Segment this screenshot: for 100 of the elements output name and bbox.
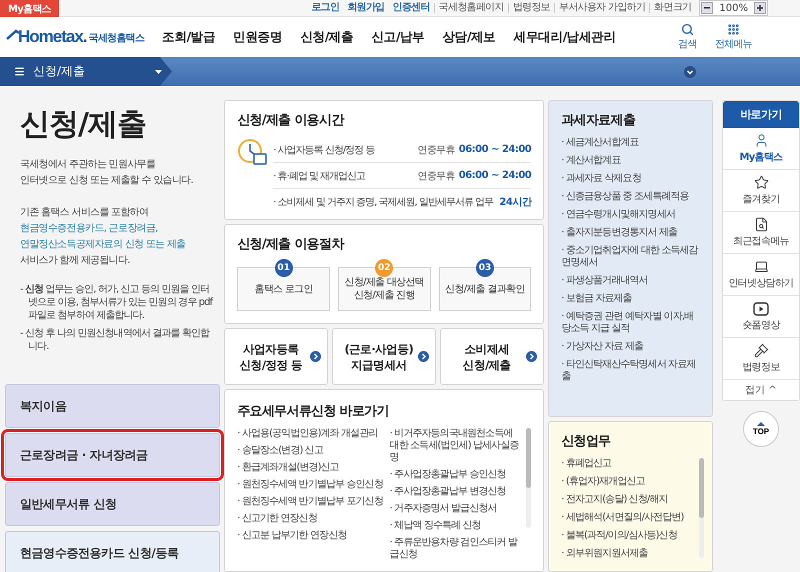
user-icon [754,133,768,148]
header-tool[interactable]: 검색 [678,23,697,51]
nav-item[interactable]: 상담/제보 [442,28,496,46]
play-icon [753,302,769,316]
hours-label: · 소비제세 및 거주지 증명, 국제세원, 일반세무서류 업무 [273,196,494,209]
hours-label: · 휴·폐업 및 재개업신고 [273,170,366,182]
tax-data-link[interactable]: · 계산서합계표 [561,155,700,167]
nav-item[interactable]: 조회/발급 [162,28,216,46]
nav-item[interactable]: 민원증명 [233,28,282,46]
document-link[interactable]: · 주사업장총괄납부 변경신청 [390,486,522,498]
service-button[interactable]: 일반세무서류 신청 [5,482,220,526]
hours-time: 06:00 ~ 24:00 [458,170,532,181]
quick-link[interactable]: My홈택스 [723,128,799,170]
document-link[interactable]: · 사업용(공익법인용)계좌 개설관리 [237,428,386,440]
tax-data-link[interactable]: · 파생상품거래내역서 [561,275,700,287]
my-hometax-tab[interactable]: My홈택스 [0,0,59,16]
caret-icon [155,70,162,74]
card-title: 신청/제출 이용절차 [237,236,346,253]
hours-time: 06:00 ~ 24:00 [458,144,532,155]
tax-data-link[interactable]: · 보험금 자료제출 [561,293,700,305]
request-link[interactable]: · (휴업자)재개업신고 [561,476,695,488]
tax-data-link[interactable]: · 세금계산서합계표 [561,137,700,149]
document-link[interactable]: · 원천징수세액 반기별납부 승인신청 [237,479,386,491]
star-icon [754,175,768,190]
document-link[interactable]: · 송달장소(변경) 신고 [237,445,386,457]
service-button[interactable]: 복지이음 [5,384,220,428]
shortcut-card[interactable]: 사업자등록 신청/정정 등 [224,328,328,385]
shortcut-card[interactable]: (근로·사업등) 지급명세서 [332,328,436,385]
nav-item[interactable]: 세무대리/납세관리 [514,28,616,46]
zoom-out-button[interactable] [701,2,714,14]
top-link[interactable]: 부서사용자 가입하기 [554,3,650,13]
quick-link[interactable]: 인터넷상담하기 [723,254,799,296]
tax-data-link[interactable]: · 출자지분등변경통지서 제출 [561,227,700,239]
logo-subtitle: 국세청홈택스 [88,32,144,45]
note-text: - 신청 업무는 승인, 허가, 신고 등의 민원을 인터넷으로 이용, 첨부서류가 있는 민원의 경우 pdf파일로 첨부하여 제출합니다. [20,283,212,322]
header-tool[interactable]: 전체메뉴 [714,23,752,51]
zoom-in-button[interactable] [754,2,766,14]
expand-icon[interactable] [684,66,696,78]
top-link[interactable]: 법령정보 [508,3,554,13]
document-link[interactable]: · 주류운반용차량 검인스티커 발급신청 [390,537,522,561]
document-link[interactable]: · 비거주자등의국내원천소득에 대한 소득세(법인세) 납세사실증명 [390,428,522,464]
caret-up-icon [757,422,765,426]
document-link[interactable]: · 신고분 납부기한 연장신청 [237,530,386,542]
note-text: - 신청 후 나의 민원신청내역에서 결과를 확인합니다. [20,327,211,353]
tax-data-link[interactable]: · 과세자료 삭제요청 [561,173,700,185]
hours-label: · 사업자등록 신청/정정 등 [273,144,376,156]
plus-icon [757,5,763,11]
quick-link[interactable]: 숏폼영상 [723,296,799,338]
arrow-right-icon [526,351,538,362]
top-link[interactable]: 국세청홈페이지 [434,3,508,13]
services-lead: 기존 홈택스 서비스를 포함하여 [20,206,150,220]
document-link[interactable]: · 거주자증명서 발급신청서 [390,503,522,515]
quick-links-header: 바로가기 [723,101,799,128]
request-link[interactable]: · 외부위원지원서제출 [561,548,695,560]
nav-item[interactable]: 신고/납부 [371,28,424,46]
grid-icon [726,23,740,36]
card-title: 과세자료제출 [561,112,636,129]
document-link[interactable]: · 신고기한 연장신청 [237,513,386,525]
card-title: 주요세무서류신청 바로가기 [237,403,390,420]
tax-data-link[interactable]: · 연금수령개시및해지명세서 [561,209,700,221]
minus-icon [704,7,710,9]
document-link[interactable]: · 환급계좌개설(변경)신고 [237,462,386,474]
tax-data-link[interactable]: · 예탁증권 관련 예탁자별 이자,배당소득 지급 실적 [561,311,700,335]
top-link[interactable]: 인증센터 [388,3,434,13]
scrollbar[interactable] [526,428,532,528]
request-link[interactable]: · 휴폐업신고 [561,458,695,470]
tax-data-link[interactable]: · 가상자산 자료 제출 [561,341,700,353]
request-link[interactable]: · 불복(과적/이의/심사등)신청 [561,530,695,542]
logo[interactable]: Hometax. [18,27,87,47]
document-link[interactable]: · 주사업장총괄납부 승인신청 [390,469,522,481]
step-number: 03 [476,259,494,277]
request-link[interactable]: · 전자고지(송달) 신청/해지 [561,494,695,506]
card-title: 신청업무 [561,433,612,450]
top-link[interactable]: 화면크기 [649,3,696,13]
top-link[interactable]: 회원가입 [343,3,388,13]
quick-link[interactable]: 즐겨찾기 [723,170,799,212]
step-number: 02 [375,259,394,277]
tax-data-link[interactable]: · 타인신탁재산수탁명세서 자료제출 [561,359,700,383]
hours-time: 24시간 [499,196,532,209]
service-button[interactable]: 현금영수증전용카드 신청/등록 [5,531,220,572]
hours-note: 연중무휴 [418,170,455,182]
shortcut-card[interactable]: 소비제세 신청/제출 [440,328,544,385]
document-link[interactable]: · 원천징수세액 반기별납부 포기신청 [237,496,386,508]
menu-icon [14,66,25,77]
card-title: 신청/제출 이용시간 [237,112,346,129]
page-title: 신청/제출 [20,106,147,144]
nav-item[interactable]: 신청/제출 [300,28,354,46]
tax-data-link[interactable]: · 신종금융상품 중 조세특례적용 [561,191,700,203]
step-label: 신청/제출 대상선택 신청/제출 진행 [344,276,424,302]
services-tail: 서비스가 함께 제공됩니다. [20,254,131,268]
top-link[interactable]: 로그인 [307,3,344,13]
request-link[interactable]: · 세법해석(서면질의/사전답변) [561,512,695,524]
document-link[interactable]: · 체납액 징수특례 신청 [390,520,522,532]
quick-link[interactable]: 최근접속메뉴 [723,212,799,254]
section-menu[interactable]: 신청/제출 [0,57,172,86]
step-label: 홈택스 로그인 [254,282,313,296]
laptop-icon [754,259,768,274]
top-button[interactable]: TOP [743,411,779,447]
scrollbar[interactable] [699,458,704,558]
tax-data-link[interactable]: · 중소기업취업자에 대한 소득세감면명세서 [561,245,700,269]
